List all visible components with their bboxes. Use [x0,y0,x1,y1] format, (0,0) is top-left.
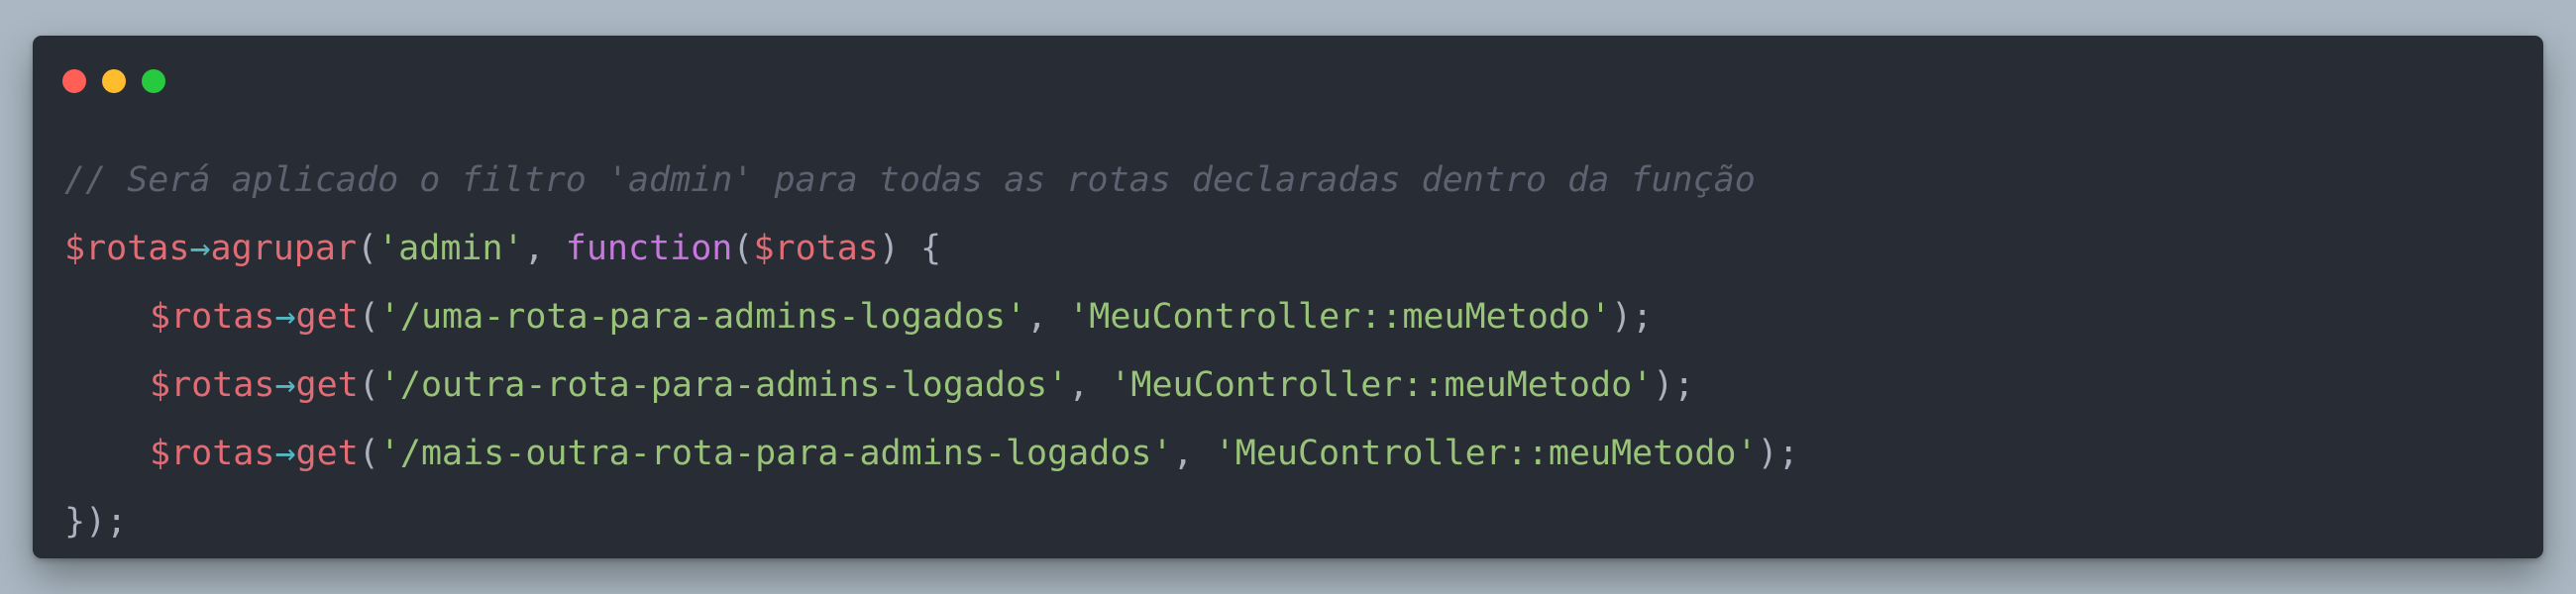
punctuation: ); [1757,434,1799,473]
code-line-route: $rotas→get('/mais-outra-rota-para-admins… [64,420,2512,488]
maximize-dot-icon[interactable] [142,69,165,93]
code-line-route: $rotas→get('/uma-rota-para-admins-logado… [64,283,2512,351]
parameter: $rotas [753,229,879,268]
code-line-group: $rotas→agrupar('admin', function($rotas)… [64,215,2512,283]
arrow-operator: → [274,365,296,405]
method-name: get [295,434,359,473]
route-handler: 'MeuController::meuMetodo' [1214,434,1758,473]
method-name: get [295,297,359,337]
closing-brace: }); [64,502,128,542]
method-name: agrupar [210,229,358,268]
punctuation: , [1026,297,1069,337]
punctuation: ( [357,229,378,268]
code-block: // Será aplicado o filtro 'admin' para t… [64,147,2512,556]
method-name: get [295,365,359,405]
keyword: function [565,229,733,268]
comment-text: // Será aplicado o filtro 'admin' para t… [64,160,1756,200]
code-line-closing: }); [64,488,2512,556]
string-literal: 'admin' [377,229,524,268]
punctuation: ); [1653,365,1695,405]
route-path: '/outra-rota-para-admins-logados' [378,365,1069,405]
code-window: // Será aplicado o filtro 'admin' para t… [33,36,2543,558]
code-line-comment: // Será aplicado o filtro 'admin' para t… [64,147,2512,215]
punctuation: ( [358,434,379,473]
variable: $rotas [64,229,190,268]
code-line-route: $rotas→get('/outra-rota-para-admins-loga… [64,351,2512,420]
close-dot-icon[interactable] [62,69,86,93]
variable: $rotas [150,297,275,337]
window-controls [62,69,165,93]
punctuation: ) { [878,229,942,268]
route-handler: 'MeuController::meuMetodo' [1110,365,1654,405]
minimize-dot-icon[interactable] [102,69,126,93]
variable: $rotas [150,365,275,405]
arrow-operator: → [274,434,296,473]
route-path: '/mais-outra-rota-para-admins-logados' [378,434,1173,473]
punctuation: , [1068,365,1111,405]
route-handler: 'MeuController::meuMetodo' [1068,297,1612,337]
punctuation: , [1172,434,1215,473]
route-path: '/uma-rota-para-admins-logados' [378,297,1027,337]
punctuation: ( [358,297,379,337]
punctuation: ( [358,365,379,405]
variable: $rotas [150,434,275,473]
arrow-operator: → [274,297,296,337]
punctuation: ); [1611,297,1654,337]
punctuation: , [523,229,566,268]
punctuation: ( [732,229,754,268]
arrow-operator: → [189,229,211,268]
